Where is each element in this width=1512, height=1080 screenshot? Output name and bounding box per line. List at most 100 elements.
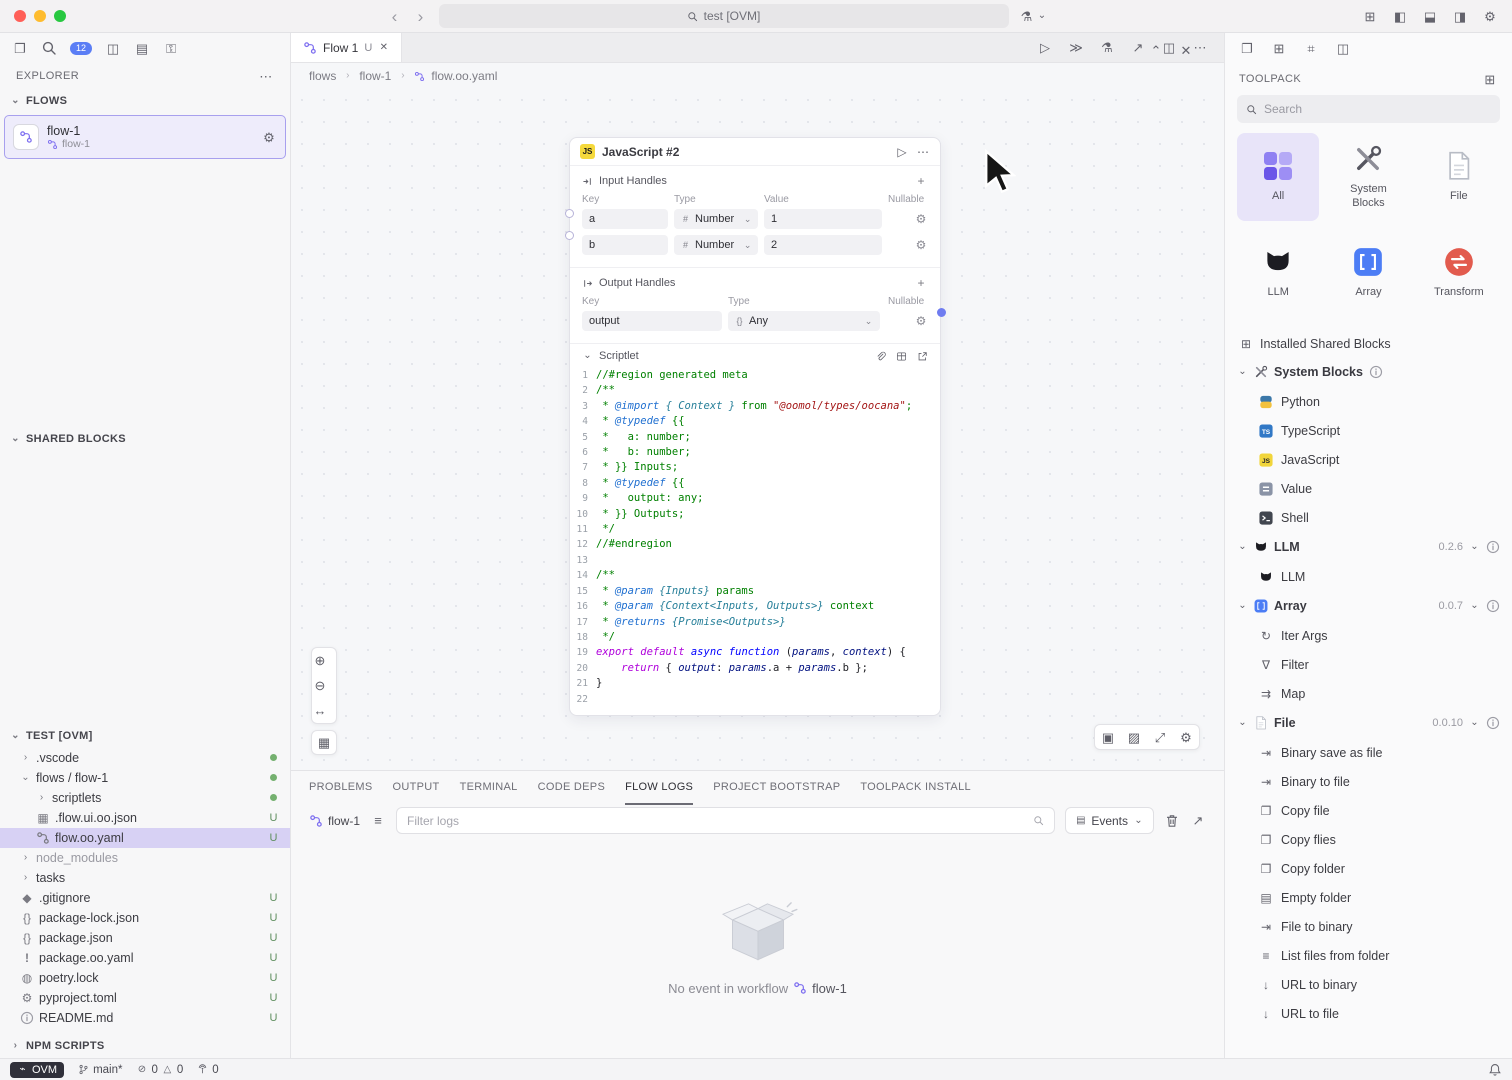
toggle-right-panel-icon[interactable]: ◨ — [1452, 8, 1468, 24]
block-item[interactable]: TS TypeScript — [1225, 416, 1512, 445]
node-header[interactable]: JS JavaScript #2 ▷ ⋯ — [570, 138, 940, 166]
layout-icon[interactable]: ◫ — [1335, 40, 1351, 56]
new-folder-icon[interactable]: ▤ — [134, 40, 150, 56]
events-dropdown[interactable]: ▤ Events ⌄ — [1065, 807, 1154, 834]
panel-tab[interactable]: TERMINAL — [460, 771, 518, 805]
maximize-window-button[interactable] — [54, 10, 66, 22]
settings-gear-icon[interactable]: ⚙ — [1482, 8, 1498, 24]
zoom-in-button[interactable]: ⊕ — [312, 648, 328, 673]
shared-blocks-section-header[interactable]: ⌄ SHARED BLOCKS — [0, 427, 290, 451]
bell-icon[interactable] — [1488, 1063, 1502, 1077]
block-item[interactable]: Shell — [1225, 503, 1512, 532]
node-javascript-2[interactable]: JS JavaScript #2 ▷ ⋯ Input Handles + Key… — [569, 137, 941, 716]
table-icon[interactable] — [896, 351, 907, 362]
block-item[interactable]: JS JavaScript — [1225, 445, 1512, 474]
input-key-field[interactable]: a — [582, 209, 668, 229]
grid-toggle-button[interactable]: ▦ — [311, 730, 337, 755]
block-item[interactable]: ❐ Copy file — [1225, 796, 1512, 825]
fit-view-button[interactable]: ↔ — [312, 698, 328, 723]
close-window-button[interactable] — [14, 10, 26, 22]
panel-tab[interactable]: TOOLPACK INSTALL — [860, 771, 971, 805]
ports-item[interactable]: 0 — [197, 1064, 218, 1076]
more-actions-icon[interactable]: ⋯ — [258, 68, 274, 84]
block-item[interactable]: ↓ URL to file — [1225, 999, 1512, 1028]
store-icon[interactable]: ⊞ — [1271, 40, 1287, 56]
add-output-handle-button[interactable]: + — [914, 276, 928, 290]
flow-canvas[interactable]: JS JavaScript #2 ▷ ⋯ Input Handles + Key… — [291, 89, 1224, 770]
block-group-header[interactable]: ⌄ File 0.0.10 ⌄ — [1225, 708, 1512, 738]
flow-settings-gear-icon[interactable]: ⚙ — [261, 129, 277, 145]
output-handle-dot[interactable] — [937, 308, 946, 317]
block-item[interactable]: ▤ Empty folder — [1225, 883, 1512, 912]
file-tree-item[interactable]: flow.oo.yaml U — [0, 828, 290, 848]
toolpack-tile[interactable]: Transform — [1418, 229, 1500, 317]
file-tree-item[interactable]: › scriptlets — [0, 788, 290, 808]
input-type-select[interactable]: # Number ⌄ — [674, 235, 758, 255]
output-type-select[interactable]: {} Any ⌄ — [728, 311, 880, 331]
input-key-field[interactable]: b — [582, 235, 668, 255]
file-tree-item[interactable]: ! package.oo.yaml U — [0, 948, 290, 968]
breadcrumb-file[interactable]: flow.oo.yaml — [431, 69, 497, 83]
block-item[interactable]: ⇥ File to binary — [1225, 912, 1512, 941]
filter-logs-input[interactable]: Filter logs — [396, 807, 1055, 834]
input-handle-dot-a[interactable] — [565, 209, 574, 218]
file-tree-item[interactable]: ⌄ flows / flow-1 — [0, 768, 290, 788]
file-tree-item[interactable]: › .vscode — [0, 748, 290, 768]
layout-grid-icon[interactable]: ⊞ — [1362, 8, 1378, 24]
block-group-header[interactable]: ⌄ System Blocks — [1225, 357, 1512, 387]
output-key-field[interactable]: output — [582, 311, 722, 331]
copy-icon[interactable]: ❐ — [12, 40, 28, 56]
block-item[interactable]: LLM — [1225, 562, 1512, 591]
file-tree-item[interactable]: › tasks — [0, 868, 290, 888]
toggle-bottom-panel-icon[interactable]: ⬓ — [1422, 8, 1438, 24]
problems-item[interactable]: ⊘ 0 △ 0 — [136, 1064, 183, 1076]
block-item[interactable]: ≡ List files from folder — [1225, 941, 1512, 970]
toolpack-tile[interactable]: LLM — [1237, 229, 1319, 317]
profile-menu-button[interactable]: ⚗ ⌄ — [1019, 8, 1048, 24]
version-chevron-icon[interactable]: ⌄ — [1469, 718, 1480, 729]
add-input-handle-button[interactable]: + — [914, 174, 928, 188]
remote-indicator[interactable]: ⌁ OVM — [10, 1062, 64, 1078]
file-tree-item[interactable]: README.md U — [0, 1008, 290, 1028]
file-tree-item[interactable]: ◆ .gitignore U — [0, 888, 290, 908]
handle-settings-gear-icon[interactable]: ⚙ — [914, 314, 928, 328]
snapshot-button[interactable]: ▣ — [1095, 725, 1121, 749]
toolpack-tile[interactable]: All — [1237, 133, 1319, 221]
handle-settings-gear-icon[interactable]: ⚙ — [914, 212, 928, 226]
run-flow-icon[interactable]: ▷ — [1037, 40, 1053, 56]
toolpack-tile[interactable]: Array — [1327, 229, 1409, 317]
command-center-search[interactable]: test [OVM] — [439, 4, 1009, 28]
key-icon[interactable]: ⚿ — [163, 40, 179, 56]
blocks-icon[interactable]: ❐ — [1239, 40, 1255, 56]
block-item[interactable]: ↻ Iter Args — [1225, 621, 1512, 650]
block-item[interactable]: ⇥ Binary to file — [1225, 767, 1512, 796]
block-item[interactable]: ⇥ Binary save as file — [1225, 738, 1512, 767]
flows-section-header[interactable]: ⌄ FLOWS — [0, 89, 290, 113]
info-icon[interactable] — [1486, 599, 1500, 613]
file-tree-item[interactable]: ⚙ pyproject.toml U — [0, 988, 290, 1008]
minimize-window-button[interactable] — [34, 10, 46, 22]
block-item[interactable]: ↓ URL to binary — [1225, 970, 1512, 999]
tab-flow-1[interactable]: Flow 1 U ✕ — [291, 33, 402, 62]
file-tree-item[interactable]: {} package.json U — [0, 928, 290, 948]
info-icon[interactable] — [1486, 716, 1500, 730]
block-item[interactable]: ❐ Copy flies — [1225, 825, 1512, 854]
minimap-button[interactable]: ▨ — [1121, 725, 1147, 749]
log-list-icon[interactable]: ≡ — [370, 813, 386, 829]
git-branch-item[interactable]: main* — [78, 1064, 122, 1076]
file-tree-item[interactable]: {} package-lock.json U — [0, 908, 290, 928]
split-editor-icon[interactable]: ◫ — [105, 40, 121, 56]
file-tree-item[interactable]: ▦ .flow.ui.oo.json U — [0, 808, 290, 828]
info-icon[interactable] — [1369, 365, 1383, 379]
export-icon[interactable]: ↗ — [1130, 40, 1146, 56]
block-item[interactable]: ⇉ Map — [1225, 679, 1512, 708]
input-type-select[interactable]: # Number ⌄ — [674, 209, 758, 229]
close-tab-icon[interactable]: ✕ — [378, 42, 389, 53]
toolpack-tile[interactable]: System Blocks — [1327, 133, 1409, 221]
file-tree-item[interactable]: ◍ poetry.lock U — [0, 968, 290, 988]
breadcrumb-folder[interactable]: flows — [309, 69, 336, 83]
panel-tab[interactable]: CODE DEPS — [538, 771, 606, 805]
input-value-field[interactable]: 1 — [764, 209, 882, 229]
toolpack-search-input[interactable]: Search — [1237, 95, 1500, 123]
block-group-header[interactable]: ⌄ LLM 0.2.6 ⌄ — [1225, 532, 1512, 562]
